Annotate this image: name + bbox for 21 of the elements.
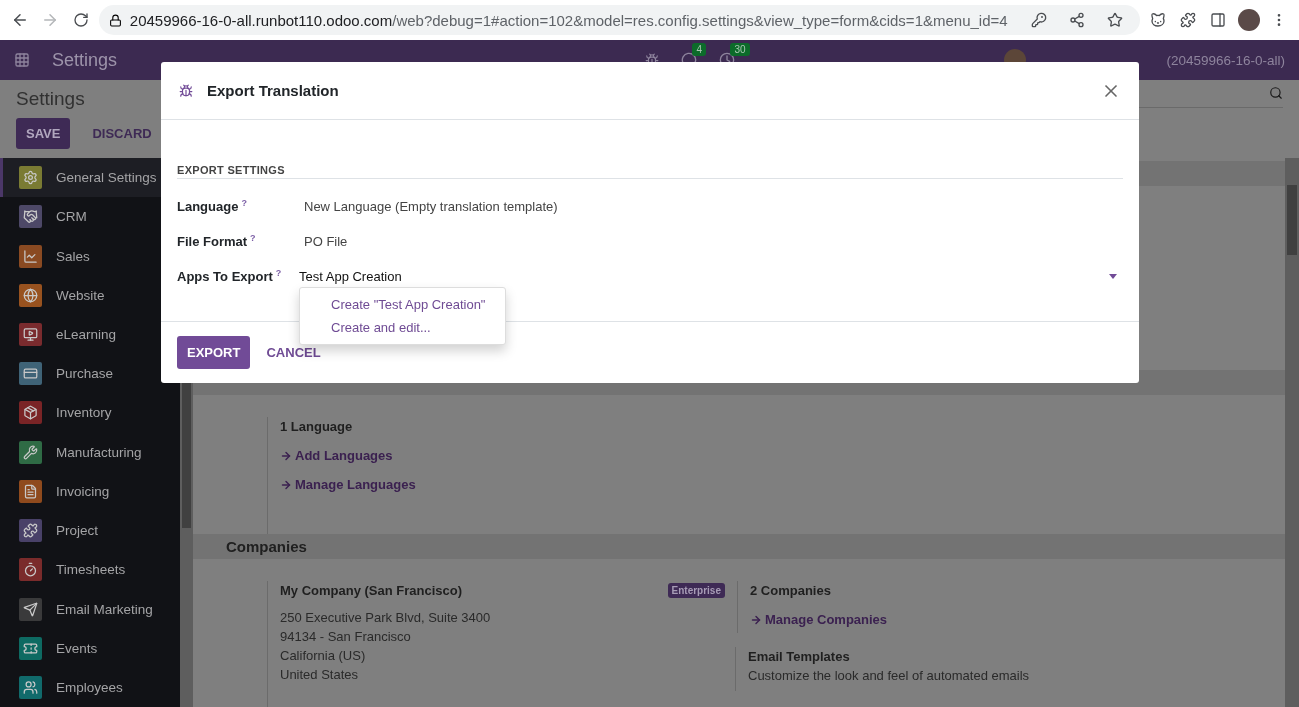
address-line: 250 Executive Park Blvd, Suite 3400 <box>280 609 492 628</box>
address-line: California (US) <box>280 647 367 666</box>
section-title: Companies <box>193 534 1285 560</box>
url-text: 20459966-16-0-all.runbot110.odoo.com/web?debug=1#action=102&model=res.config.settings&view_type=form&cids=1&menu_id=4 <box>129 11 1008 29</box>
activity-count: 30 <box>730 43 750 56</box>
address-line: United States <box>280 666 360 685</box>
field-label: Language $^{?}$ <box>177 198 248 215</box>
setting-description: Customize the look and feel of automated emails <box>748 667 1030 686</box>
field-value: New Language (Empty translation template) <box>304 199 558 214</box>
company-count: 2 Companies <box>750 583 832 599</box>
enterprise-badge: Enterprise <box>667 583 725 599</box>
dialog-title: Export Translation <box>207 82 340 99</box>
field-label: File Format $^{?}$ <box>177 233 257 250</box>
breadcrumb: Settings <box>16 88 85 110</box>
address-line: 94134 - San Francisco <box>280 628 412 647</box>
section-heading: EXPORT SETTINGS <box>177 164 1123 179</box>
message-count: 4 <box>692 43 706 56</box>
field-value: PO File <box>304 234 348 249</box>
company-name: My Company (San Francisco) <box>280 583 463 599</box>
language-count: 1 Language <box>280 419 354 435</box>
setting-title: Email Templates <box>748 649 851 665</box>
